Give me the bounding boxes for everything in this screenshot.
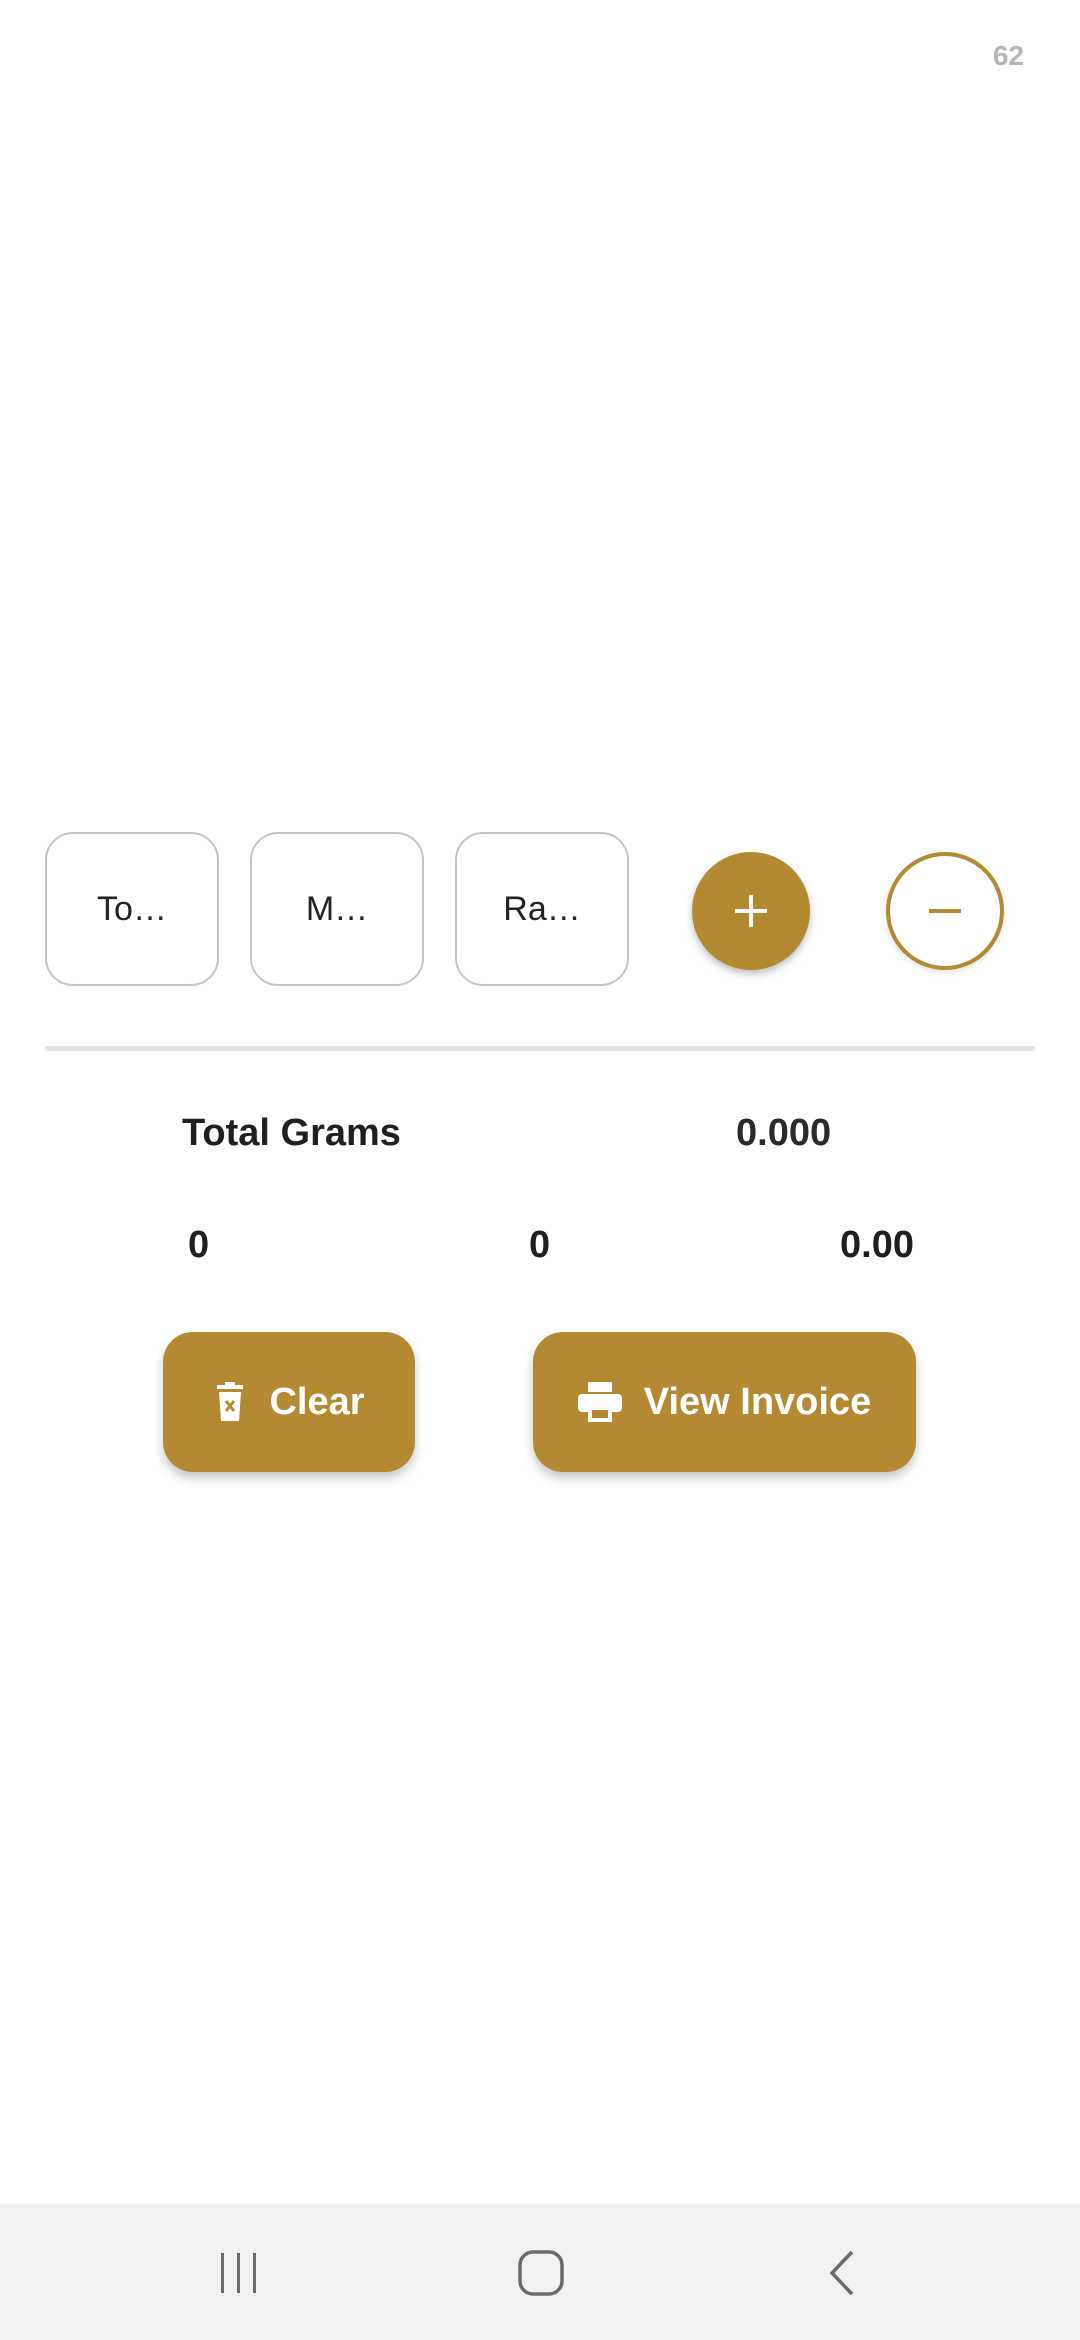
remove-button[interactable] [886, 852, 1004, 970]
recent-apps-button[interactable] [204, 2238, 274, 2308]
field-total-label: To… [97, 889, 167, 928]
count-b-value: 0 [529, 1224, 551, 1266]
add-button[interactable] [692, 852, 810, 970]
app-screen: 62 To… M… Ra… Total Grams 0.000 0 0 0.00 [0, 0, 1080, 2340]
system-navigation-bar [0, 2204, 1080, 2340]
back-icon [829, 2250, 854, 2296]
field-m-label: M… [305, 889, 369, 928]
plus-icon [735, 895, 767, 927]
amount-value: 0.00 [840, 1224, 914, 1266]
item-counter: 62 [992, 40, 1024, 71]
field-total[interactable]: To… [45, 832, 219, 986]
total-grams-value: 0.000 [736, 1112, 832, 1154]
field-rate-label: Ra… [503, 889, 581, 928]
trash-icon [213, 1382, 247, 1422]
home-icon [518, 2250, 564, 2296]
view-invoice-button-label: View Invoice [643, 1380, 872, 1423]
field-m[interactable]: M… [250, 832, 424, 986]
printer-icon [577, 1382, 622, 1422]
home-button[interactable] [506, 2238, 576, 2308]
view-invoice-button[interactable]: View Invoice [533, 1332, 916, 1472]
total-grams-label: Total Grams [182, 1112, 401, 1154]
recent-apps-icon [221, 2253, 256, 2293]
divider [45, 1046, 1035, 1051]
minus-icon [929, 909, 961, 913]
clear-button[interactable]: Clear [163, 1332, 415, 1472]
back-button[interactable] [808, 2238, 878, 2308]
count-a-value: 0 [188, 1224, 210, 1266]
clear-button-label: Clear [269, 1380, 365, 1423]
field-rate[interactable]: Ra… [455, 832, 629, 986]
